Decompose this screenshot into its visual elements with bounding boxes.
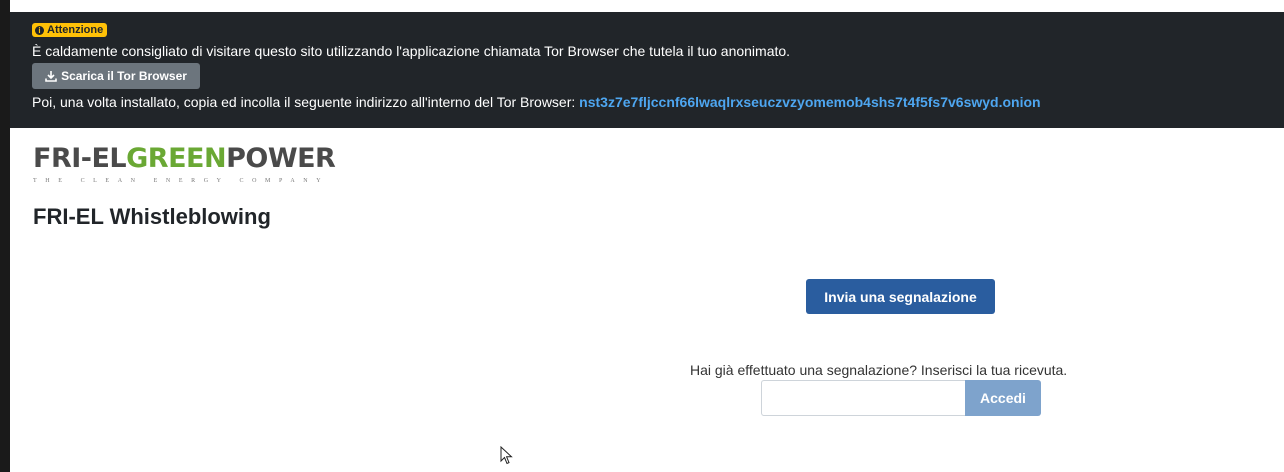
attention-badge-label: Attenzione [47,24,104,36]
logo-part-green: GREEN [126,143,227,174]
info-icon: i [35,25,44,35]
download-icon [45,71,57,82]
page-title: FRI-EL Whistleblowing [33,204,271,229]
receipt-prompt: Hai già effettuato una segnalazione? Ins… [690,362,1068,378]
tor-instruction-text: Poi, una volta installato, copia ed inco… [32,94,576,110]
fri-el-green-power-logo: FRI-ELGREENPOWER THE CLEAN ENERGY COMPAN… [33,143,336,190]
logo-tagline: THE CLEAN ENERGY COMPANY [33,178,330,184]
logo-part-power: POWER [226,143,336,174]
tor-instruction-line: Poi, una volta installato, copia ed inco… [32,94,1041,110]
logo-wordmark: FRI-ELGREENPOWER [33,143,336,174]
login-button[interactable]: Accedi [965,380,1041,416]
tor-warning-banner: i Attenzione È caldamente consigliato di… [10,12,1284,128]
attention-badge: i Attenzione [32,23,108,37]
onion-address-link[interactable]: nst3z7e7fljccnf66lwaqlrxseuczvzyomemob4s… [579,94,1040,110]
submit-report-button[interactable]: Invia una segnalazione [806,279,995,314]
tor-warning-text: È caldamente consigliato di visitare que… [32,43,791,59]
mouse-cursor-icon [500,446,513,465]
logo-part-fri-el: FRI-EL [33,143,127,174]
receipt-form: Accedi [761,380,1041,416]
download-tor-label: Scarica il Tor Browser [61,69,187,83]
receipt-input[interactable] [761,380,965,416]
download-tor-button[interactable]: Scarica il Tor Browser [32,63,200,89]
left-edge-strip [0,0,10,472]
